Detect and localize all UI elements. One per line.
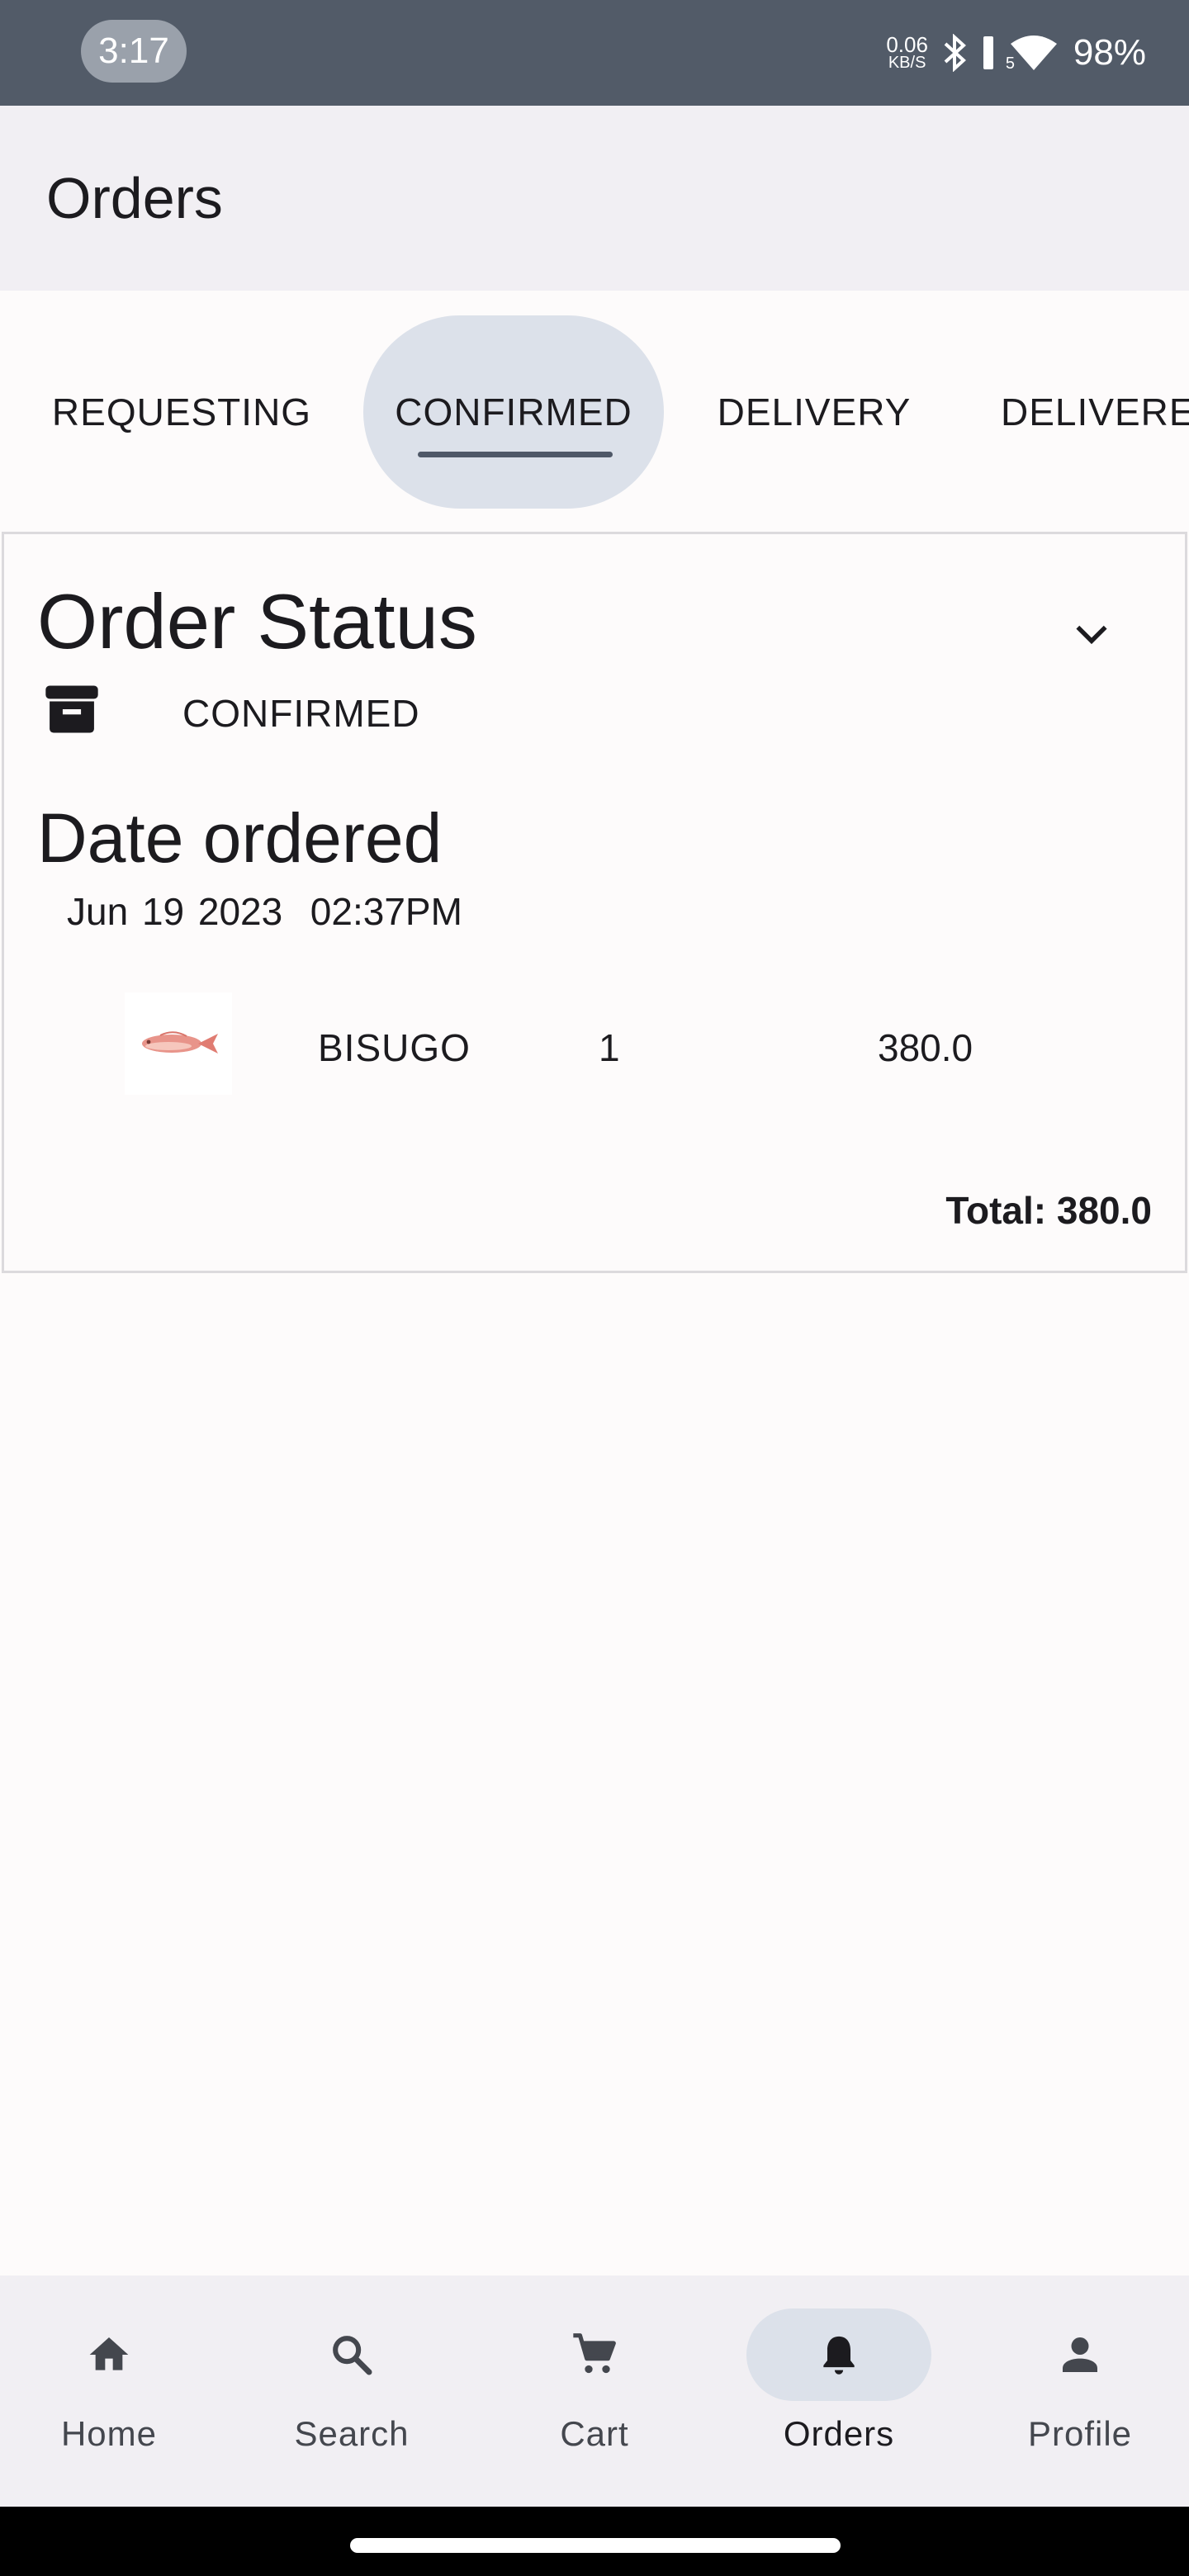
status-icons: 0.06 KB/S 5 98%: [886, 0, 1146, 106]
order-item-row: BISUGO 1 380.0: [4, 992, 1185, 1100]
nav-search[interactable]: Search: [253, 2308, 451, 2474]
nav-profile-label: Profile: [1027, 2414, 1133, 2453]
tab-delivery[interactable]: DELIVERY: [699, 315, 930, 509]
cart-icon: [573, 2333, 616, 2374]
order-status-title: Order Status: [37, 578, 477, 665]
app-bar: Orders: [0, 106, 1189, 291]
status-time-text: 3:17: [98, 31, 169, 71]
tab-delivered-label: DELIVERED: [1001, 391, 1189, 433]
item-name: BISUGO: [318, 1026, 471, 1069]
bluetooth-icon: [943, 34, 968, 72]
tab-confirmed[interactable]: CONFIRMED: [363, 315, 664, 509]
battery-level: 98%: [1073, 32, 1146, 73]
tab-delivered[interactable]: DELIVERED: [979, 315, 1189, 509]
date-ordered-label: Date ordered: [37, 799, 443, 877]
person-icon: [1063, 2337, 1097, 2372]
home-gesture-handle[interactable]: [350, 2538, 841, 2553]
tab-confirmed-label: CONFIRMED: [395, 391, 632, 433]
nav-cart-label: Cart: [560, 2414, 629, 2453]
status-bar: 3:17 0.06 KB/S 5 98%: [0, 0, 1189, 106]
order-card[interactable]: Order Status CONFIRMED Date ordered Jun …: [2, 532, 1187, 1273]
order-status-value: CONFIRMED: [182, 692, 420, 735]
archive-icon: [45, 685, 98, 733]
order-status-tabs: REQUESTING CONFIRMED DELIVERY DELIVERED: [0, 291, 1189, 532]
nav-orders-label: Orders: [783, 2414, 895, 2453]
tab-requesting-label: REQUESTING: [51, 391, 312, 433]
date-ordered-value: Jun 19 2023 02:37PM: [67, 890, 462, 933]
bell-icon: [823, 2336, 855, 2375]
fish-product-image: [125, 992, 232, 1095]
tab-active-indicator: [418, 452, 613, 457]
nav-cart[interactable]: Cart: [495, 2308, 694, 2474]
network-speed-value: 0.06: [886, 32, 928, 58]
network-speed: 0.06 KB/S: [886, 32, 928, 72]
order-total: Total: 380.0: [945, 1189, 1152, 1232]
item-price: 380.0: [878, 1026, 973, 1069]
tab-requesting[interactable]: REQUESTING: [33, 315, 330, 509]
wifi-icon: 5: [1005, 34, 1059, 73]
gesture-navigation-bar: [0, 2507, 1189, 2576]
nav-home-label: Home: [60, 2414, 158, 2453]
vibrate-icon: [983, 36, 994, 70]
nav-orders[interactable]: Orders: [740, 2308, 938, 2474]
nav-search-label: Search: [294, 2414, 410, 2453]
home-icon: [89, 2337, 129, 2370]
chevron-down-icon[interactable]: [1071, 613, 1112, 655]
search-icon: [333, 2336, 372, 2375]
nav-profile[interactable]: Profile: [981, 2308, 1179, 2474]
wifi-signal-label: 5: [1005, 54, 1016, 73]
tab-delivery-label: DELIVERY: [717, 391, 912, 433]
network-speed-unit: KB/S: [888, 53, 926, 72]
bottom-navigation: Home Search Cart Orders Profile: [0, 2275, 1189, 2507]
item-quantity: 1: [599, 1026, 620, 1069]
nav-home[interactable]: Home: [10, 2308, 208, 2474]
page-title: Orders: [46, 166, 223, 230]
status-time: 3:17: [81, 20, 187, 83]
